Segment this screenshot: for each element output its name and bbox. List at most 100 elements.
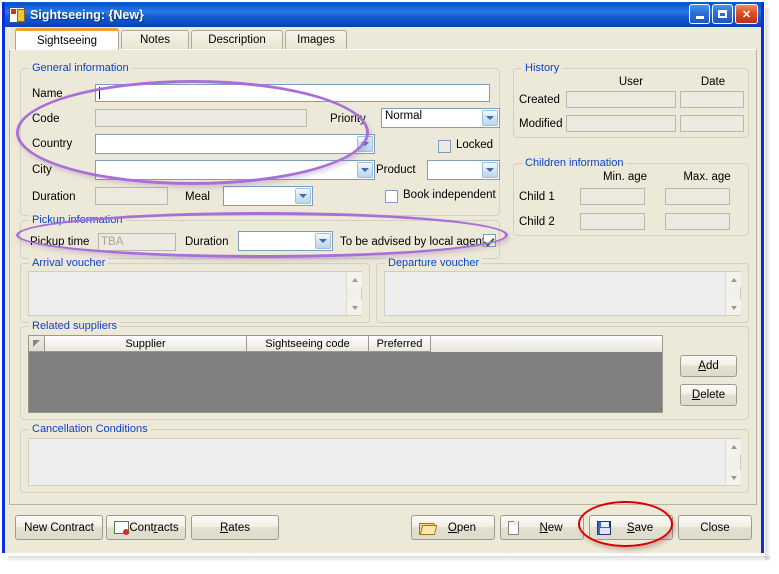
- duration-label: Duration: [32, 191, 76, 203]
- close-label: Close: [700, 521, 730, 534]
- tab-panel-sightseeing: General information Name Code Priority N…: [9, 49, 757, 505]
- departure-voucher-scrollbar[interactable]: [725, 272, 741, 315]
- child-2-max-age[interactable]: [665, 213, 730, 230]
- contract-icon: [114, 520, 129, 535]
- minimize-button[interactable]: [689, 4, 710, 24]
- suppliers-grid[interactable]: Supplier Sightseeing code Preferred: [28, 335, 663, 413]
- window-controls: ✕: [689, 4, 758, 24]
- chevron-down-icon[interactable]: [357, 136, 373, 152]
- country-dropdown[interactable]: [95, 134, 375, 154]
- child-2-label: Child 2: [519, 216, 555, 228]
- child-1-max-age[interactable]: [665, 188, 730, 205]
- departure-voucher-textarea[interactable]: [384, 271, 741, 316]
- suppliers-col-sightseeing-code[interactable]: Sightseeing code: [247, 336, 369, 352]
- locked-checkbox[interactable]: [438, 140, 451, 153]
- chevron-down-icon[interactable]: [295, 188, 311, 204]
- scroll-down-icon[interactable]: [726, 300, 741, 315]
- arrival-voucher-scrollbar[interactable]: [346, 272, 362, 315]
- folder-open-icon: [419, 522, 435, 535]
- tab-notes[interactable]: Notes: [121, 30, 189, 49]
- scroll-down-icon[interactable]: [726, 470, 741, 485]
- suppliers-col-preferred[interactable]: Preferred: [369, 336, 431, 352]
- priority-dropdown[interactable]: Normal: [381, 108, 500, 128]
- code-label: Code: [32, 113, 60, 125]
- child-1-label: Child 1: [519, 191, 555, 203]
- child-1-min-age[interactable]: [580, 188, 645, 205]
- priority-label: Priority: [330, 113, 366, 125]
- new-contract-button[interactable]: New Contract: [15, 515, 103, 540]
- new-label: New: [539, 521, 563, 534]
- children-information-title: Children information: [522, 157, 627, 169]
- city-label: City: [32, 164, 52, 176]
- history-modified-date: [680, 115, 744, 132]
- name-label: Name: [32, 88, 63, 100]
- tab-images[interactable]: Images: [285, 30, 347, 49]
- general-information-title: General information: [29, 62, 132, 74]
- arrival-voucher-textarea[interactable]: [28, 271, 362, 316]
- child-2-min-age[interactable]: [580, 213, 645, 230]
- meal-label: Meal: [185, 191, 210, 203]
- history-title: History: [522, 62, 563, 74]
- tab-sightseeing-label: Sightseeing: [36, 34, 98, 47]
- close-button[interactable]: Close: [678, 515, 752, 540]
- delete-supplier-button[interactable]: Delete: [680, 384, 737, 406]
- scroll-up-icon[interactable]: [347, 272, 362, 287]
- code-input[interactable]: [95, 109, 307, 127]
- title-bar: Sightseeing: {New} ✕: [5, 2, 761, 27]
- advised-by-local-agent-checkbox[interactable]: [483, 234, 496, 247]
- scroll-up-icon[interactable]: [726, 272, 741, 287]
- chevron-down-icon[interactable]: [482, 110, 498, 126]
- product-dropdown[interactable]: [427, 160, 500, 180]
- city-dropdown[interactable]: [95, 160, 375, 180]
- tab-sightseeing[interactable]: Sightseeing: [15, 28, 119, 50]
- cancellation-conditions-textarea[interactable]: [28, 438, 741, 486]
- rates-label: Rates: [219, 521, 251, 534]
- pickup-duration-dropdown[interactable]: [238, 231, 333, 251]
- screenshot-root: Sightseeing: {New} ✕ Sightseeing Notes D…: [0, 0, 779, 574]
- window-shadow-bottom: [8, 556, 770, 562]
- departure-voucher-title: Departure voucher: [385, 257, 483, 269]
- new-page-icon: [508, 520, 519, 535]
- chevron-down-icon[interactable]: [357, 162, 373, 178]
- new-button[interactable]: New: [500, 515, 584, 540]
- tab-description-label: Description: [208, 34, 266, 46]
- save-disk-icon: [597, 520, 611, 535]
- save-button[interactable]: Save: [589, 515, 673, 540]
- scroll-down-icon[interactable]: [347, 300, 362, 315]
- sightseeing-window: Sightseeing: {New} ✕ Sightseeing Notes D…: [2, 2, 764, 553]
- pickup-information-title: Pickup information: [29, 214, 126, 226]
- pickup-duration-label: Duration: [185, 236, 229, 248]
- tab-description[interactable]: Description: [191, 30, 283, 49]
- chevron-down-icon[interactable]: [482, 162, 498, 178]
- scroll-up-icon[interactable]: [726, 439, 741, 454]
- pickup-time-input[interactable]: TBA: [98, 233, 176, 251]
- window-title: Sightseeing: {New}: [30, 7, 144, 22]
- name-input[interactable]: [95, 84, 490, 102]
- close-icon[interactable]: ✕: [735, 4, 758, 24]
- open-label: Open: [447, 521, 477, 534]
- cancellation-conditions-title: Cancellation Conditions: [29, 423, 151, 435]
- history-row-modified-label: Modified: [519, 118, 563, 130]
- meal-dropdown[interactable]: [223, 186, 313, 206]
- add-supplier-button[interactable]: Add: [680, 355, 737, 377]
- duration-input[interactable]: [95, 187, 168, 205]
- cancellation-scrollbar[interactable]: [725, 439, 741, 485]
- rates-button[interactable]: Rates: [191, 515, 279, 540]
- suppliers-col-index[interactable]: [29, 336, 45, 352]
- contracts-label: Contracts: [129, 521, 179, 534]
- tab-images-label: Images: [297, 34, 335, 46]
- suppliers-grid-header: Supplier Sightseeing code Preferred: [29, 336, 662, 352]
- suppliers-col-supplier[interactable]: Supplier: [45, 336, 247, 352]
- open-button[interactable]: Open: [411, 515, 495, 540]
- history-col-user: User: [618, 76, 644, 88]
- app-icon: [9, 6, 25, 23]
- product-label: Product: [376, 164, 416, 176]
- book-independent-checkbox[interactable]: [385, 190, 398, 203]
- maximize-button[interactable]: [712, 4, 733, 24]
- book-independent-label: Book independent: [403, 189, 496, 201]
- contracts-button[interactable]: Contracts: [106, 515, 186, 540]
- chevron-down-icon[interactable]: [315, 233, 331, 249]
- footer-bar: New Contract Contracts Rates Open New Sa…: [5, 505, 761, 553]
- tab-strip: Sightseeing Notes Description Images: [5, 27, 761, 50]
- new-contract-label: New Contract: [24, 521, 94, 534]
